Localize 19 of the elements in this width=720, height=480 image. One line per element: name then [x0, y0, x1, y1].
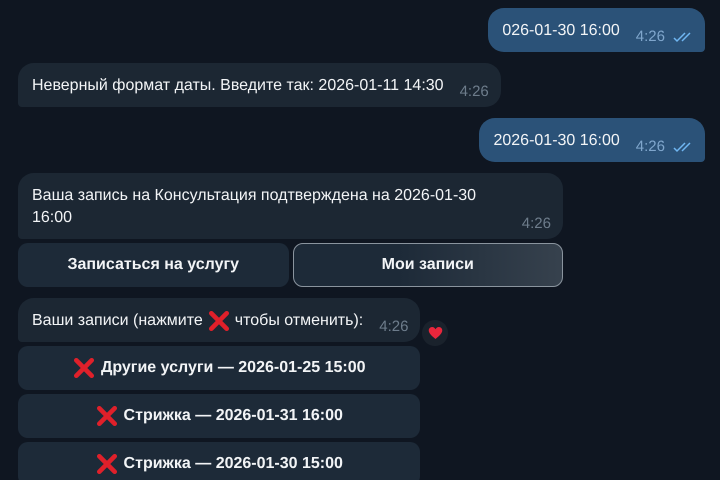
- message-time: 4:26: [636, 28, 665, 45]
- message-text: чтобы отменить):: [234, 311, 364, 331]
- keyboard-button[interactable]: Мои записи: [292, 243, 563, 287]
- message-text: 2026-01-30 16:00: [493, 131, 620, 151]
- message-text: Неверный формат даты. Введите так: 2026-01-11 14:30: [32, 76, 444, 96]
- message-time: 4:26: [379, 318, 408, 335]
- message-time: 4:26: [636, 138, 665, 155]
- keyboard-button[interactable]: Стрижка — 2026-01-30 15:00: [18, 442, 420, 480]
- message-text: Ваши записи (нажмите: [32, 311, 203, 331]
- heart-icon: [428, 326, 443, 340]
- message-time: 4:26: [522, 215, 551, 232]
- cross-icon: [208, 310, 230, 332]
- message-time: 4:26: [460, 83, 489, 100]
- keyboard-button[interactable]: Записаться на услугу: [18, 243, 288, 287]
- message-text: Ваша запись на Консультация подтверждена на 2026-01-30 16:00: [32, 186, 478, 228]
- keyboard-button[interactable]: Стрижка — 2026-01-31 16:00: [18, 394, 420, 438]
- keyboard-button[interactable]: Другие услуги — 2026-01-25 15:00: [18, 346, 420, 390]
- message-text: 026-01-30 16:00: [502, 21, 620, 41]
- reaction-badge[interactable]: [422, 320, 448, 346]
